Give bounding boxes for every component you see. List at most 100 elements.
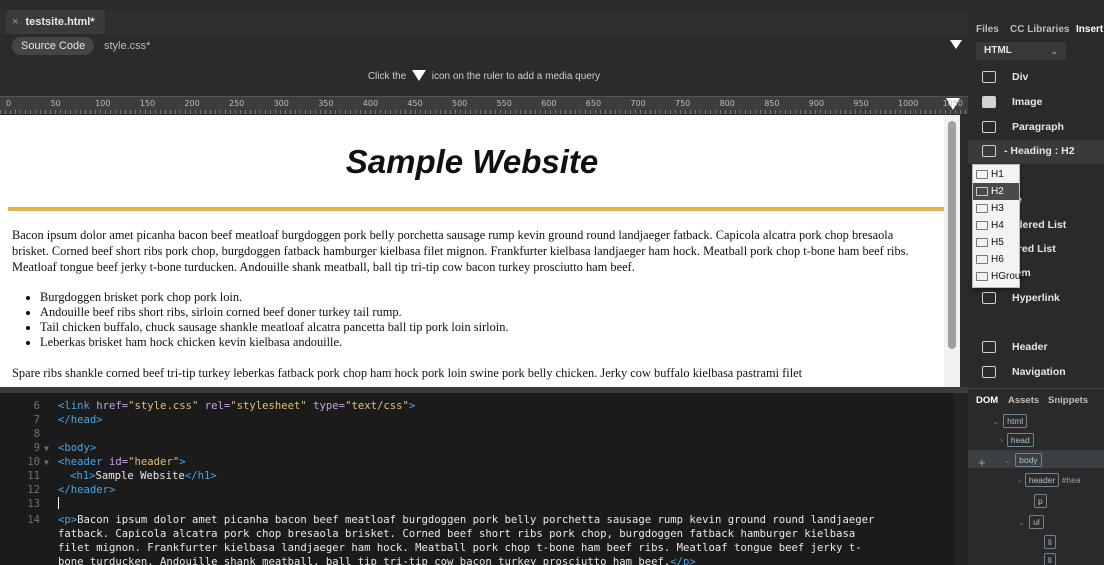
ruler-label: 200 (184, 99, 200, 108)
dom-node-html[interactable]: ⌄ html (992, 414, 1028, 428)
code-token: <p> (58, 514, 78, 526)
insert-item-header[interactable]: Header (968, 336, 1104, 360)
add-element-icon[interactable]: + (978, 455, 986, 470)
document-tab[interactable]: × testsite.html* (6, 10, 105, 34)
heading-dropdown[interactable]: H1 H2 H3 H4 H5 H6 HGroup (972, 164, 1026, 288)
code-line-11[interactable]: <h1>Sample Website</h1> (70, 469, 217, 483)
dom-node-li[interactable]: li (1044, 535, 1056, 549)
heading-icon (976, 221, 988, 230)
fold-arrow-icon[interactable]: ▼ (44, 444, 49, 453)
line-number: 6 (33, 400, 40, 412)
dom-node-li[interactable]: li (1044, 553, 1056, 565)
dom-node-head[interactable]: › head (1000, 433, 1034, 447)
heading-icon (976, 238, 988, 247)
source-code-button[interactable]: Source Code (12, 37, 95, 55)
insert-item-heading[interactable]: - Heading : H2 (968, 140, 1104, 164)
fold-arrow-icon[interactable]: ▼ (44, 458, 49, 467)
paragraph-2[interactable]: Spare ribs shankle corned beef tri-tip t… (12, 365, 932, 381)
heading-option-h2[interactable]: H2 (973, 183, 1019, 200)
heading-option-h6[interactable]: H6 (973, 251, 1019, 268)
code-view-scrollbar[interactable] (954, 393, 968, 565)
insert-item-label: Image (1012, 96, 1043, 108)
document-tab-bar: × testsite.html* (0, 10, 968, 34)
code-view[interactable]: 6 <link href="style.css" rel="stylesheet… (0, 393, 960, 565)
hgroup-icon (976, 272, 988, 281)
insert-category-select[interactable]: HTML ⌄ (976, 42, 1066, 60)
insert-item-hyperlink[interactable]: Hyperlink (968, 287, 1104, 311)
list-item[interactable]: Tail chicken buffalo, chuck sausage shan… (40, 320, 920, 335)
code-line-9[interactable]: <body> (58, 441, 96, 455)
code-token: <h1> (70, 470, 96, 482)
heading-option-h3[interactable]: H3 (973, 200, 1019, 217)
list-item[interactable]: Burgdoggen brisket pork chop pork loin. (40, 290, 920, 305)
expand-icon[interactable]: ⌄ (992, 416, 999, 426)
heading-icon (976, 204, 988, 213)
code-line-14b[interactable]: fatback. Capicola alcatra pork chop bres… (58, 527, 855, 541)
live-view-scroll-thumb[interactable] (948, 121, 956, 349)
heading-option-h4[interactable]: H4 (973, 217, 1019, 234)
live-view-scrollbar[interactable] (944, 115, 960, 387)
code-line-14d[interactable]: bone turducken. Andouille shank meatball… (58, 555, 696, 565)
media-query-hint-suffix: icon on the ruler to add a media query (431, 71, 601, 82)
close-tab-icon[interactable]: × (12, 16, 18, 28)
code-token: bone turducken. Andouille shank meatball… (58, 556, 671, 565)
ruler[interactable]: 0 50 100 150 200 250 300 350 400 450 500 550 600 650 7… (0, 96, 968, 114)
tab-cc-libraries[interactable]: CC Libraries (1010, 24, 1069, 35)
tab-insert[interactable]: Insert (1076, 24, 1103, 35)
code-line-14c[interactable]: filet mignon. Frankfurter kielbasa landj… (58, 541, 862, 555)
insert-item-paragraph[interactable]: Paragraph (968, 116, 1104, 140)
paragraph-icon (982, 121, 996, 133)
expand-icon[interactable]: ⌄ (1004, 455, 1011, 465)
code-line-7[interactable]: </head> (58, 413, 103, 427)
code-token: > (408, 400, 416, 412)
navigation-icon (982, 366, 996, 378)
tab-dom[interactable]: DOM (976, 395, 998, 406)
code-line-14a[interactable]: <p>Bacon ipsum dolor amet picanha bacon … (58, 513, 874, 527)
media-query-hint: Click the icon on the ruler to add a med… (0, 70, 968, 82)
heading-option-h1[interactable]: H1 (973, 166, 1019, 183)
dom-node-header[interactable]: › header #hea (1018, 473, 1081, 487)
ruler-label: 500 (452, 99, 468, 108)
ruler-label: 950 (853, 99, 869, 108)
insert-item-div[interactable]: Div (968, 66, 1104, 90)
list-item[interactable]: Leberkas brisket ham hock chicken kevin … (40, 335, 920, 350)
live-view[interactable]: Sample Website Bacon ipsum dolor amet pi… (0, 115, 960, 387)
collapse-icon[interactable]: › (1018, 475, 1021, 485)
expand-icon[interactable]: ⌄ (1018, 517, 1025, 527)
filter-icon[interactable] (950, 40, 962, 49)
related-files-bar: Source Code style.css* (0, 34, 968, 58)
header-icon (982, 341, 996, 353)
tab-snippets[interactable]: Snippets (1048, 395, 1088, 406)
heading-option-h5[interactable]: H5 (973, 234, 1019, 251)
dom-node-label: li (1044, 553, 1056, 565)
code-line-13[interactable] (58, 497, 59, 511)
site-title[interactable]: Sample Website (0, 143, 944, 181)
insert-item-label: - Heading : H2 (1004, 145, 1075, 157)
code-line-10[interactable]: <header id="header"> (58, 455, 186, 469)
ruler-label: 50 (50, 99, 61, 108)
related-file-style-css[interactable]: style.css* (104, 37, 150, 55)
dom-node-label: li (1044, 535, 1056, 549)
heading-option-label: H3 (991, 203, 1004, 214)
bullet-list[interactable]: Burgdoggen brisket pork chop pork loin. … (40, 290, 920, 350)
ruler-label: 250 (229, 99, 245, 108)
list-item[interactable]: Andouille beef ribs short ribs, sirloin … (40, 305, 920, 320)
code-line-12[interactable]: </header> (58, 483, 115, 497)
dom-node-ul[interactable]: ⌄ ul (1018, 515, 1044, 529)
dom-node-body[interactable]: ⌄ body (1004, 453, 1042, 467)
tab-assets[interactable]: Assets (1008, 395, 1039, 406)
insert-item-image[interactable]: Image (968, 91, 1104, 115)
ruler-label: 1000 (898, 99, 919, 108)
insert-item-navigation[interactable]: Navigation (968, 361, 1104, 385)
code-token: "style.css" (128, 400, 199, 412)
code-line-6[interactable]: <link href="style.css" rel="stylesheet" … (58, 399, 415, 413)
div-icon (982, 71, 996, 83)
code-token: Sample Website (95, 470, 185, 482)
paragraph-1[interactable]: Bacon ipsum dolor amet picanha bacon bee… (12, 227, 932, 275)
collapse-icon[interactable]: › (1000, 435, 1003, 445)
tab-files[interactable]: Files (976, 24, 999, 35)
dom-node-label: html (1003, 414, 1028, 428)
insert-item-label: Navigation (1012, 366, 1066, 378)
dom-node-p[interactable]: p (1034, 494, 1047, 508)
heading-option-hgroup[interactable]: HGroup (973, 268, 1026, 285)
